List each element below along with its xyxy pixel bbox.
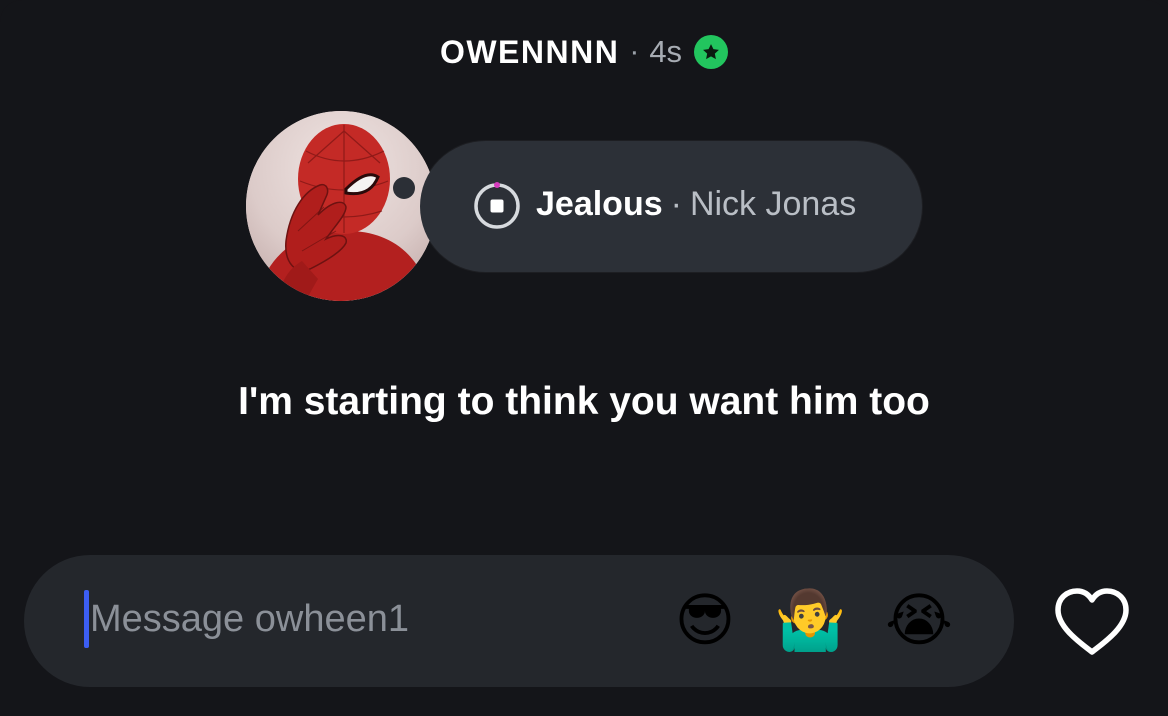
music-note-bubble[interactable]: Jealous · Nick Jonas [420,141,922,272]
song-title: Jealous [536,185,663,223]
music-stop-icon[interactable] [472,181,522,231]
note-bubble-tail [393,177,415,199]
message-bar: 😎 🤷‍♂️ 😭 [24,555,1014,687]
shrug-emoji-button[interactable]: 🤷‍♂️ [774,585,846,655]
text-caret [84,590,89,648]
story-header: OWENNNN · 4s [0,30,1168,74]
avatar-image [246,111,436,301]
heart-icon [1055,588,1129,655]
avatar[interactable] [246,111,436,301]
message-input[interactable] [90,589,650,649]
song-artist: Nick Jonas [689,185,857,223]
like-button[interactable] [1052,586,1132,658]
username[interactable]: OWENNNN [440,34,619,71]
close-friends-star-icon [694,35,729,69]
sunglasses-emoji-button[interactable]: 😎 [670,585,740,655]
loudly-crying-emoji-button[interactable]: 😭 [884,585,954,655]
story-reply-screen: OWENNNN · 4s Jealous · Nick Jonas I'm st… [0,0,1168,716]
song-separator: · [670,185,682,223]
story-caption: I'm starting to think you want him too [238,380,930,423]
header-separator: · [629,35,640,68]
story-timestamp: 4s [649,34,683,69]
song-info: Jealous · Nick Jonas [536,185,856,224]
